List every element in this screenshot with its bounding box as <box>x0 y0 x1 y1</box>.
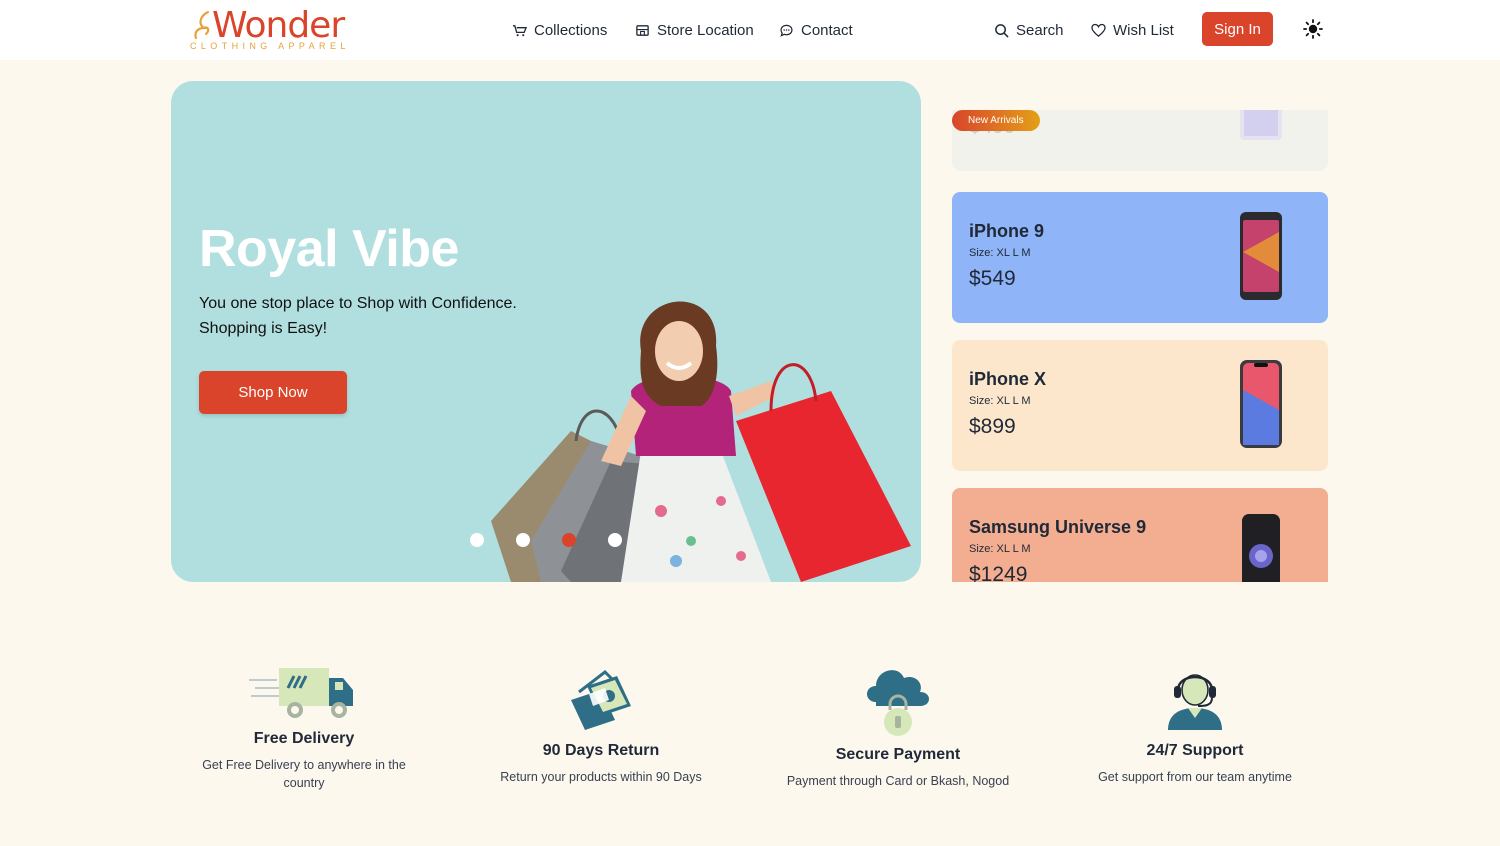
product-card[interactable]: iPhone 9 Size: XL L M $549 <box>952 192 1328 323</box>
cart-icon <box>512 24 527 36</box>
brand-tagline: CLOTHING APPAREL <box>190 41 350 51</box>
feature-title: 90 Days Return <box>542 742 660 759</box>
search-label: Search <box>1016 21 1064 39</box>
store-icon <box>636 24 649 36</box>
carousel-dot-1[interactable] <box>470 533 484 547</box>
chat-icon <box>780 24 793 37</box>
product-card[interactable]: Samsung Universe 9 Size: XL L M $1249 <box>952 488 1328 582</box>
nav-collections[interactable]: Collections <box>512 18 607 42</box>
search-button[interactable]: Search <box>994 18 1064 42</box>
carousel-dot-2[interactable] <box>516 533 530 547</box>
feature-description: Get support from our team anytime <box>1098 770 1292 784</box>
truck-icon <box>249 668 353 718</box>
product-size: Size: XL L M <box>969 247 1031 259</box>
money-icon <box>571 670 631 730</box>
nav-contact-label: Contact <box>801 21 853 39</box>
logo-mark-icon <box>194 10 210 40</box>
new-arrivals-list[interactable]: $499 iPhone 9 Size: XL L M $549 iPhone X… <box>952 110 1328 582</box>
feature-90-days-return: 90 Days Return Return your products with… <box>471 666 731 786</box>
sign-in-button[interactable]: Sign In <box>1202 12 1273 46</box>
samsung-image <box>1242 514 1280 582</box>
iphone-image <box>1240 360 1282 448</box>
product-name: iPhone X <box>969 369 1047 389</box>
product-price: $899 <box>969 415 1016 438</box>
product-price: $1249 <box>969 563 1028 582</box>
feature-title: Secure Payment <box>835 746 961 763</box>
carousel-dots <box>470 533 622 547</box>
nav-contact[interactable]: Contact <box>779 18 853 42</box>
brand-name: Wonder <box>212 5 345 46</box>
feature-description: Payment through Card or Bkash, Nogod <box>786 774 1010 788</box>
nav-store-location[interactable]: Store Location <box>635 18 754 42</box>
product-card[interactable]: iPhone X Size: XL L M $899 <box>952 340 1328 471</box>
feature-24-7-support: 24/7 Support Get support from our team a… <box>1065 666 1325 786</box>
product-name: iPhone 9 <box>969 221 1045 241</box>
feature-free-delivery: Free Delivery Get Free Delivery to anywh… <box>174 660 434 792</box>
search-icon <box>995 23 1009 38</box>
carousel-dot-4[interactable] <box>608 533 622 547</box>
feature-title: 24/7 Support <box>1146 742 1244 759</box>
nav-collections-label: Collections <box>534 21 608 39</box>
brand-logo[interactable]: Wonder CLOTHING APPAREL <box>190 6 355 52</box>
shop-now-button[interactable]: Shop Now <box>199 371 347 414</box>
heart-icon <box>1091 23 1106 37</box>
wishlist-button[interactable]: Wish List <box>1091 18 1174 42</box>
product-price: $549 <box>969 267 1016 290</box>
sun-icon[interactable] <box>1303 19 1323 39</box>
new-arrivals-badge: New Arrivals <box>952 110 1040 131</box>
product-size: Size: XL L M <box>969 395 1031 407</box>
top-navbar: Wonder CLOTHING APPAREL Collections Stor… <box>0 0 1500 60</box>
iphone-image <box>1240 212 1282 300</box>
cloud-lock-icon <box>867 670 929 736</box>
wishlist-label: Wish List <box>1113 21 1174 39</box>
feature-title: Free Delivery <box>253 730 355 747</box>
feature-description: Get Free Delivery to anywhere in the cou… <box>202 758 406 790</box>
carousel-dot-3[interactable] <box>562 533 576 547</box>
product-size: Size: XL L M <box>969 543 1031 555</box>
hero-banner: Royal Vibe You one stop place to Shop wi… <box>171 81 921 582</box>
product-image <box>1240 110 1282 140</box>
feature-description: Return your products within 90 Days <box>500 770 702 784</box>
feature-secure-payment: Secure Payment Payment through Card or B… <box>768 660 1028 790</box>
hero-title: Royal Vibe <box>199 220 459 278</box>
nav-store-location-label: Store Location <box>657 21 754 39</box>
headset-icon <box>1168 674 1222 730</box>
product-name: Samsung Universe 9 <box>969 517 1147 537</box>
